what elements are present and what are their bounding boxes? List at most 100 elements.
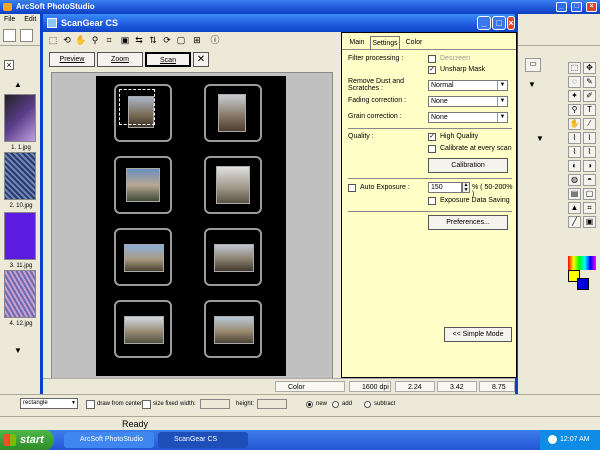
app-close-button[interactable]: × bbox=[586, 2, 597, 12]
eyedropper-tool-icon[interactable]: ⁄ bbox=[583, 118, 596, 130]
zoom-tool-icon[interactable]: ⚲ bbox=[568, 104, 581, 116]
calibrate-checkbox[interactable] bbox=[428, 145, 436, 153]
menu-file[interactable]: File bbox=[4, 16, 15, 23]
crop-tool-icon[interactable]: ⌗ bbox=[583, 202, 596, 214]
wand-tool-icon[interactable]: ✦ bbox=[568, 90, 581, 102]
hand-tool-icon[interactable]: ✋ bbox=[568, 118, 581, 130]
flip-icon[interactable]: ⇅ bbox=[147, 34, 159, 46]
crop-icon[interactable]: ⌗ bbox=[103, 34, 115, 46]
scroll-down-icon[interactable]: ▼ bbox=[14, 346, 22, 355]
scroll-up-icon[interactable]: ▲ bbox=[14, 80, 22, 89]
film-slide-6[interactable] bbox=[204, 228, 262, 286]
blur-tool-icon[interactable]: ⌇ bbox=[583, 146, 596, 158]
open-file-icon[interactable] bbox=[20, 29, 33, 42]
scangear-maximize-button[interactable]: □ bbox=[492, 16, 506, 30]
exposure-input[interactable]: 150 bbox=[428, 182, 462, 193]
background-color-swatch[interactable] bbox=[577, 278, 589, 290]
move-tool-icon[interactable]: ✥ bbox=[583, 62, 596, 74]
film-slide-2[interactable] bbox=[204, 84, 262, 142]
film-slide-5[interactable] bbox=[114, 228, 172, 286]
scan-button[interactable]: Scan bbox=[145, 52, 191, 67]
film-slide-7[interactable] bbox=[114, 300, 172, 358]
new-radio[interactable] bbox=[306, 401, 313, 408]
zoom-button[interactable]: Zoom bbox=[97, 52, 143, 67]
dodge-tool-icon[interactable]: ◐ bbox=[568, 160, 581, 172]
preview-image[interactable] bbox=[96, 76, 286, 376]
pen-tool-icon[interactable]: ✎ bbox=[583, 76, 596, 88]
tray-network-icon[interactable] bbox=[548, 435, 557, 444]
crop-selection[interactable] bbox=[119, 89, 155, 125]
sharpen-tool-icon[interactable]: ▲ bbox=[568, 202, 581, 214]
height-input[interactable] bbox=[257, 399, 287, 409]
shape-select[interactable]: rectangle ▼ bbox=[20, 398, 78, 409]
tab-color[interactable]: Color bbox=[402, 36, 426, 49]
preview-button[interactable]: Preview bbox=[49, 52, 95, 67]
film-slide-8[interactable] bbox=[204, 300, 262, 358]
film-slide-4[interactable] bbox=[204, 156, 262, 214]
thumbnail-3[interactable]: 3. 11.jpg bbox=[4, 212, 36, 269]
grain-dropdown[interactable]: None ▼ bbox=[428, 112, 508, 123]
frame-icon[interactable]: ▢ bbox=[175, 34, 187, 46]
exposure-spinner[interactable]: ▲ ▼ bbox=[462, 182, 470, 193]
mirror-icon[interactable]: ⇆ bbox=[133, 34, 145, 46]
tab-main[interactable]: Main bbox=[346, 36, 368, 49]
hand-icon[interactable]: ✋ bbox=[75, 34, 87, 46]
clone-tool-icon[interactable]: ⌇ bbox=[568, 132, 581, 144]
calibration-button[interactable]: Calibration bbox=[428, 158, 508, 173]
app-minimize-button[interactable]: _ bbox=[556, 2, 567, 12]
auto-exposure-checkbox[interactable] bbox=[348, 184, 356, 192]
preferences-button[interactable]: Preferences... bbox=[428, 215, 508, 230]
fading-dropdown[interactable]: None ▼ bbox=[428, 96, 508, 107]
high-quality-checkbox[interactable]: ✓ bbox=[428, 133, 436, 141]
descreen-checkbox[interactable] bbox=[428, 55, 436, 63]
width-input[interactable] bbox=[200, 399, 230, 409]
burn-tool-icon[interactable]: ◑ bbox=[583, 160, 596, 172]
info-icon[interactable]: ⓘ bbox=[209, 34, 221, 46]
fill-tool-icon[interactable]: ◓ bbox=[583, 174, 596, 186]
gradient-tool-icon[interactable]: ▤ bbox=[568, 188, 581, 200]
task-arcsoft[interactable]: ArcSoft PhotoStudio bbox=[64, 432, 154, 448]
remove-dust-dropdown[interactable]: Normal ▼ bbox=[428, 80, 508, 91]
film-slide-3[interactable] bbox=[114, 156, 172, 214]
thumbnail-4[interactable]: 4. 12.jpg bbox=[4, 270, 36, 327]
marquee-icon[interactable]: ⬚ bbox=[47, 34, 59, 46]
film-icon[interactable]: ▣ bbox=[119, 34, 131, 46]
tools-dropdown-icon[interactable]: ▼ bbox=[528, 80, 536, 89]
eraser-tool-icon[interactable]: ⌇ bbox=[568, 146, 581, 158]
unsharp-mask-checkbox[interactable]: ✓ bbox=[428, 66, 436, 74]
size-fixed-checkbox[interactable] bbox=[142, 400, 151, 409]
layout-icon[interactable]: ⊞ bbox=[191, 34, 203, 46]
simple-mode-button[interactable]: << Simple Mode bbox=[444, 327, 512, 342]
thumbnail-1[interactable]: 1. 1.jpg bbox=[4, 94, 36, 151]
scangear-close-button[interactable]: × bbox=[507, 16, 515, 30]
line-tool-icon[interactable]: ╱ bbox=[568, 216, 581, 228]
thumbnail-2[interactable]: 2. 10.jpg bbox=[4, 152, 36, 209]
sponge-tool-icon[interactable]: ◍ bbox=[568, 174, 581, 186]
close-icon[interactable]: × bbox=[4, 60, 14, 70]
task-scangear[interactable]: ScanGear CS bbox=[158, 432, 248, 448]
shape-tool-icon[interactable]: ▢ bbox=[583, 188, 596, 200]
exposure-saving-checkbox[interactable] bbox=[428, 197, 436, 205]
rotate-icon[interactable]: ⟲ bbox=[61, 34, 73, 46]
color-palette-icon[interactable] bbox=[568, 256, 596, 270]
marquee-tool-icon[interactable]: ⬚ bbox=[568, 62, 581, 74]
lasso-tool-icon[interactable]: ◌ bbox=[568, 76, 581, 88]
stamp-tool-icon[interactable]: ▣ bbox=[583, 216, 596, 228]
start-button[interactable]: start bbox=[0, 430, 54, 450]
tab-settings[interactable]: Settings bbox=[370, 36, 400, 49]
clear-x-button[interactable]: ✕ bbox=[193, 52, 209, 67]
draw-from-center-checkbox[interactable] bbox=[86, 400, 95, 409]
text-tool-icon[interactable]: T bbox=[583, 104, 596, 116]
rotate-right-icon[interactable]: ⟳ bbox=[161, 34, 173, 46]
film-slide-1[interactable] bbox=[114, 84, 172, 142]
add-radio[interactable] bbox=[332, 401, 339, 408]
scangear-minimize-button[interactable]: _ bbox=[477, 16, 491, 30]
smudge-tool-icon[interactable]: ⌇ bbox=[583, 132, 596, 144]
menu-edit[interactable]: Edit bbox=[24, 16, 36, 23]
new-file-icon[interactable] bbox=[3, 29, 16, 42]
tools-scroll-icon[interactable]: ▼ bbox=[536, 134, 544, 143]
zoom-icon[interactable]: ⚲ bbox=[89, 34, 101, 46]
tool-options-icon[interactable]: ▭ bbox=[525, 58, 541, 72]
subtract-radio[interactable] bbox=[364, 401, 371, 408]
brush-tool-icon[interactable]: ✐ bbox=[583, 90, 596, 102]
